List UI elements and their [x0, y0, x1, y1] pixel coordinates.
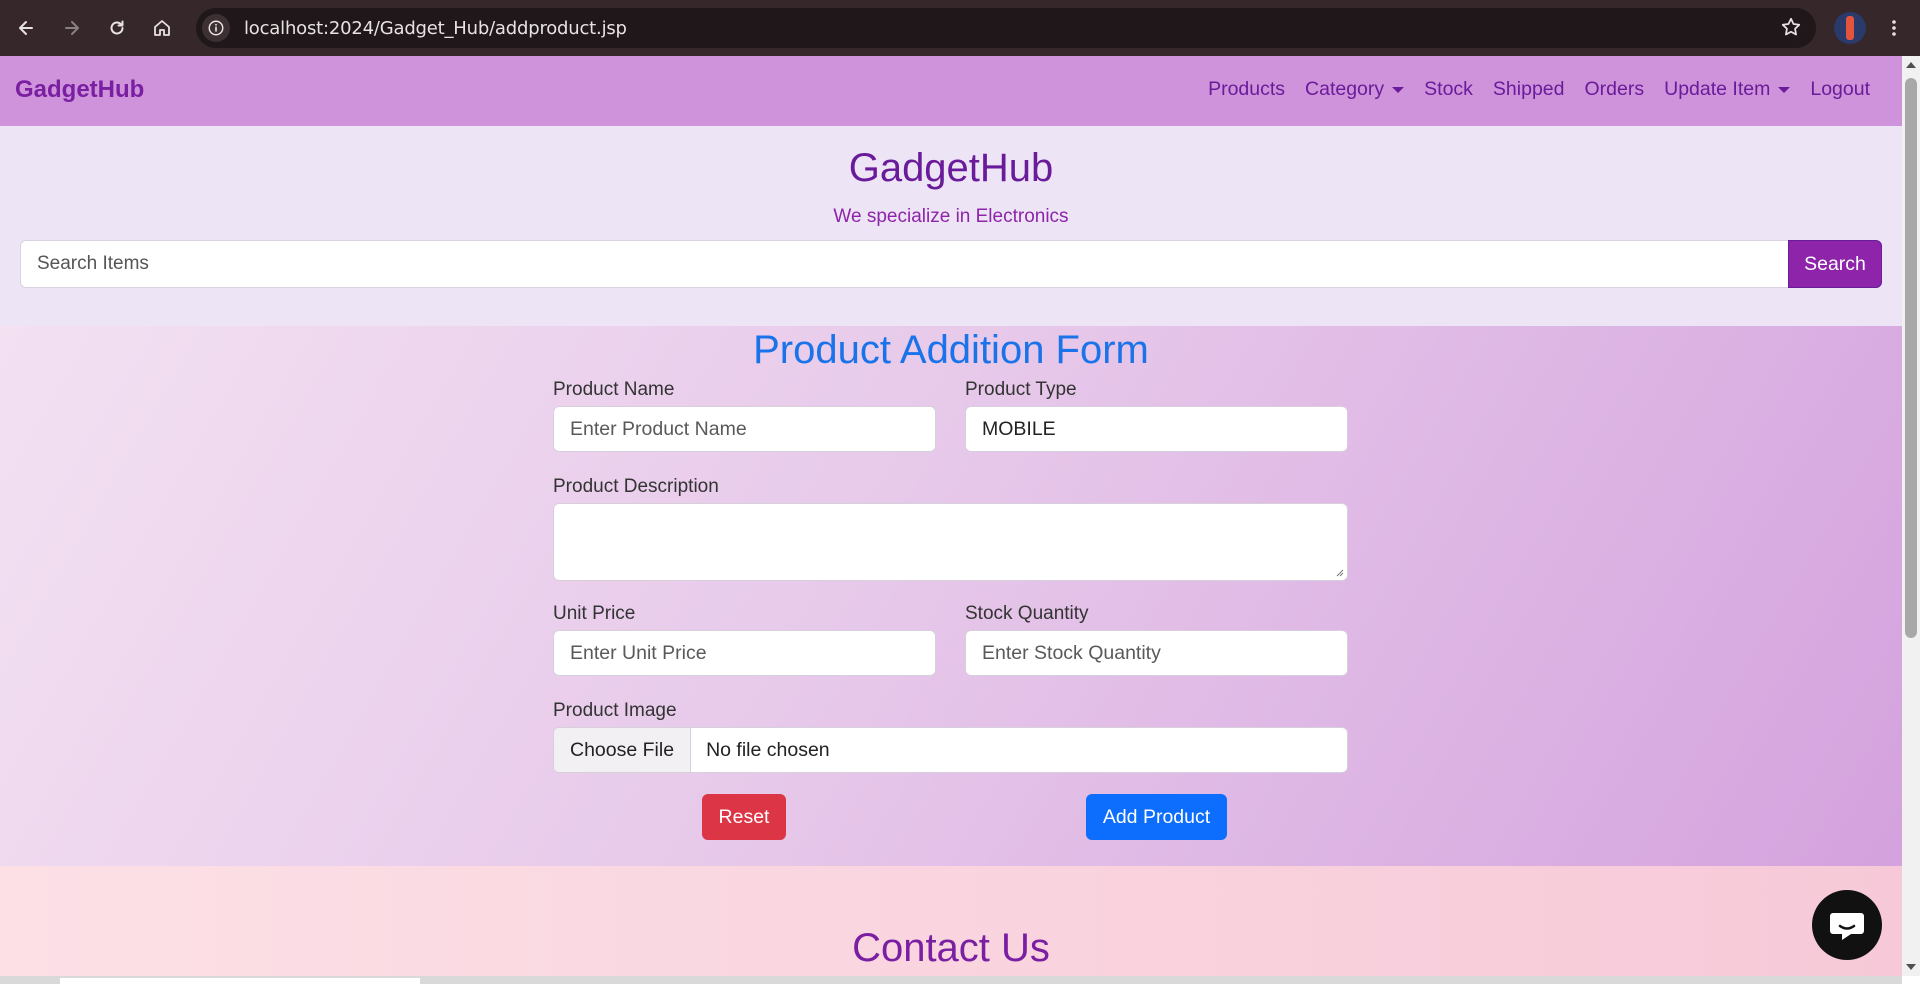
navbar-brand[interactable]: GadgetHub: [15, 76, 144, 104]
search-bar: Search: [20, 240, 1882, 288]
caret-down-icon: [1392, 86, 1405, 93]
scroll-down-arrow-icon[interactable]: [1906, 964, 1916, 970]
unit-price-input[interactable]: Enter Unit Price: [553, 630, 936, 676]
site-info-icon[interactable]: [202, 14, 230, 42]
form-title: Product Addition Form: [753, 328, 1149, 372]
back-icon[interactable]: [8, 10, 44, 46]
site-navbar: GadgetHub Products Category Stock Shippe…: [0, 56, 1902, 126]
reset-button[interactable]: Reset: [702, 794, 786, 840]
home-icon[interactable]: [144, 10, 180, 46]
nav-stock[interactable]: Stock: [1414, 78, 1483, 101]
chat-bubble-icon: [1830, 913, 1864, 940]
bottom-strip: [0, 976, 1902, 984]
product-image-label: Product Image: [553, 700, 677, 721]
stock-quantity-label: Stock Quantity: [965, 603, 1089, 624]
add-product-button[interactable]: Add Product: [1086, 794, 1227, 840]
nav-logout[interactable]: Logout: [1800, 78, 1880, 101]
profile-avatar[interactable]: [1834, 12, 1866, 44]
nav-update-item-dropdown[interactable]: Update Item: [1654, 78, 1800, 101]
product-type-label: Product Type: [965, 379, 1077, 400]
scrollbar-thumb[interactable]: [1905, 78, 1917, 638]
nav-category-label: Category: [1305, 78, 1385, 100]
bookmark-star-icon[interactable]: [1780, 16, 1802, 43]
product-image-file-input[interactable]: Choose File No file chosen: [553, 727, 1348, 773]
url-text: localhost:2024/Gadget_Hub/addproduct.jsp: [244, 17, 627, 39]
address-bar[interactable]: localhost:2024/Gadget_Hub/addproduct.jsp: [196, 8, 1816, 48]
page-viewport: GadgetHub Products Category Stock Shippe…: [0, 56, 1902, 976]
scroll-up-arrow-icon[interactable]: [1906, 62, 1916, 68]
menu-kebab-icon[interactable]: [1876, 10, 1912, 46]
contact-title: Contact Us: [852, 926, 1050, 970]
product-name-input[interactable]: Enter Product Name: [553, 406, 936, 452]
choose-file-button[interactable]: Choose File: [554, 728, 692, 772]
page-scrollbar[interactable]: [1902, 56, 1920, 976]
chat-widget-button[interactable]: [1812, 890, 1882, 960]
product-description-label: Product Description: [553, 476, 719, 497]
nav-shipped[interactable]: Shipped: [1483, 78, 1575, 101]
reload-icon[interactable]: [99, 10, 135, 46]
product-form-section: Product Addition Form Product Name Enter…: [0, 326, 1902, 866]
page-subtitle: We specialize in Electronics: [833, 206, 1069, 227]
nav-orders[interactable]: Orders: [1575, 78, 1655, 101]
product-description-textarea[interactable]: [553, 503, 1348, 581]
nav-products[interactable]: Products: [1198, 78, 1295, 101]
navbar-links: Products Category Stock Shipped Orders U…: [1198, 78, 1880, 101]
file-status-text: No file chosen: [706, 738, 830, 761]
contact-section: Contact Us: [0, 866, 1902, 976]
page-title: GadgetHub: [848, 146, 1054, 190]
nav-update-item-label: Update Item: [1664, 78, 1771, 100]
bottom-tile: [60, 978, 420, 984]
stock-quantity-input[interactable]: Enter Stock Quantity: [965, 630, 1348, 676]
browser-toolbar: localhost:2024/Gadget_Hub/addproduct.jsp: [0, 0, 1920, 56]
product-type-input[interactable]: MOBILE: [965, 406, 1348, 452]
unit-price-label: Unit Price: [553, 603, 636, 624]
hero-header: GadgetHub We specialize in Electronics S…: [0, 126, 1902, 326]
nav-category-dropdown[interactable]: Category: [1295, 78, 1414, 101]
resize-handle-icon[interactable]: [1334, 567, 1344, 577]
product-name-label: Product Name: [553, 379, 675, 400]
forward-icon[interactable]: [54, 10, 90, 46]
caret-down-icon: [1778, 86, 1791, 93]
search-input[interactable]: [20, 240, 1788, 288]
search-button[interactable]: Search: [1788, 240, 1882, 288]
